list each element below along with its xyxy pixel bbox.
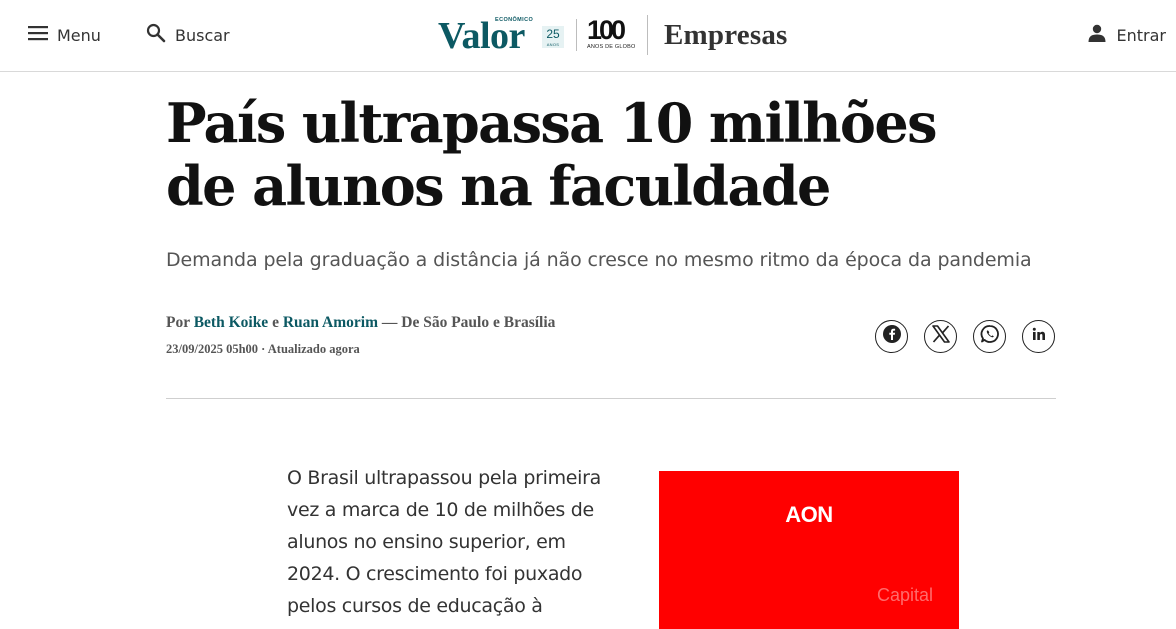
advertisement-banner[interactable]: AON Capital — [659, 471, 959, 629]
brand-divider — [647, 15, 648, 55]
publish-date: 23/09/2025 05h00 · Atualizado agora — [166, 342, 360, 356]
author-link[interactable]: Ruan Amorim — [283, 314, 378, 331]
valor-logo: ECONÔMICO Valor 25 ANOS — [438, 14, 566, 56]
linkedin-icon — [1032, 327, 1046, 346]
whatsapp-icon — [980, 324, 1000, 349]
section-name[interactable]: Empresas — [664, 19, 788, 52]
author-link[interactable]: Beth Koike — [194, 314, 269, 331]
menu-button[interactable]: Menu — [28, 22, 101, 48]
article-body-paragraph: O Brasil ultrapassou pela primeira vez a… — [287, 467, 602, 617]
menu-label: Menu — [57, 25, 101, 45]
facebook-icon — [882, 324, 902, 349]
globo-100-logo: 100 ANOS DE GLOBO — [587, 15, 636, 50]
article-divider — [166, 398, 1056, 399]
share-linkedin-button[interactable] — [1022, 320, 1055, 353]
byline: Por Beth Koike e Ruan Amorim — De São Pa… — [166, 314, 556, 331]
login-button[interactable]: Entrar — [1088, 22, 1166, 48]
share-facebook-button[interactable] — [875, 320, 908, 353]
user-icon — [1088, 24, 1106, 47]
search-button[interactable]: Buscar — [146, 22, 230, 48]
share-whatsapp-button[interactable] — [973, 320, 1006, 353]
ad-tagline: Capital — [877, 585, 934, 605]
brand-divider — [576, 19, 577, 51]
anniversary-badge: 25 ANOS — [542, 26, 564, 48]
brand-logo[interactable]: ECONÔMICO Valor 25 ANOS 100 ANOS DE GLOB… — [438, 14, 788, 56]
login-label: Entrar — [1116, 25, 1166, 45]
x-icon — [931, 325, 950, 348]
article-subtitle: Demanda pela graduação a distância já nã… — [166, 249, 1032, 271]
hamburger-icon — [28, 25, 48, 46]
share-x-button[interactable] — [924, 320, 957, 353]
ad-logo: AON — [785, 502, 833, 527]
site-header: Menu Buscar ECONÔMICO Valor 25 ANOS 100 … — [0, 0, 1176, 72]
article-title: País ultrapassa 10 milhões de alunos na … — [166, 91, 938, 218]
search-icon — [146, 23, 166, 48]
search-label: Buscar — [175, 25, 230, 45]
